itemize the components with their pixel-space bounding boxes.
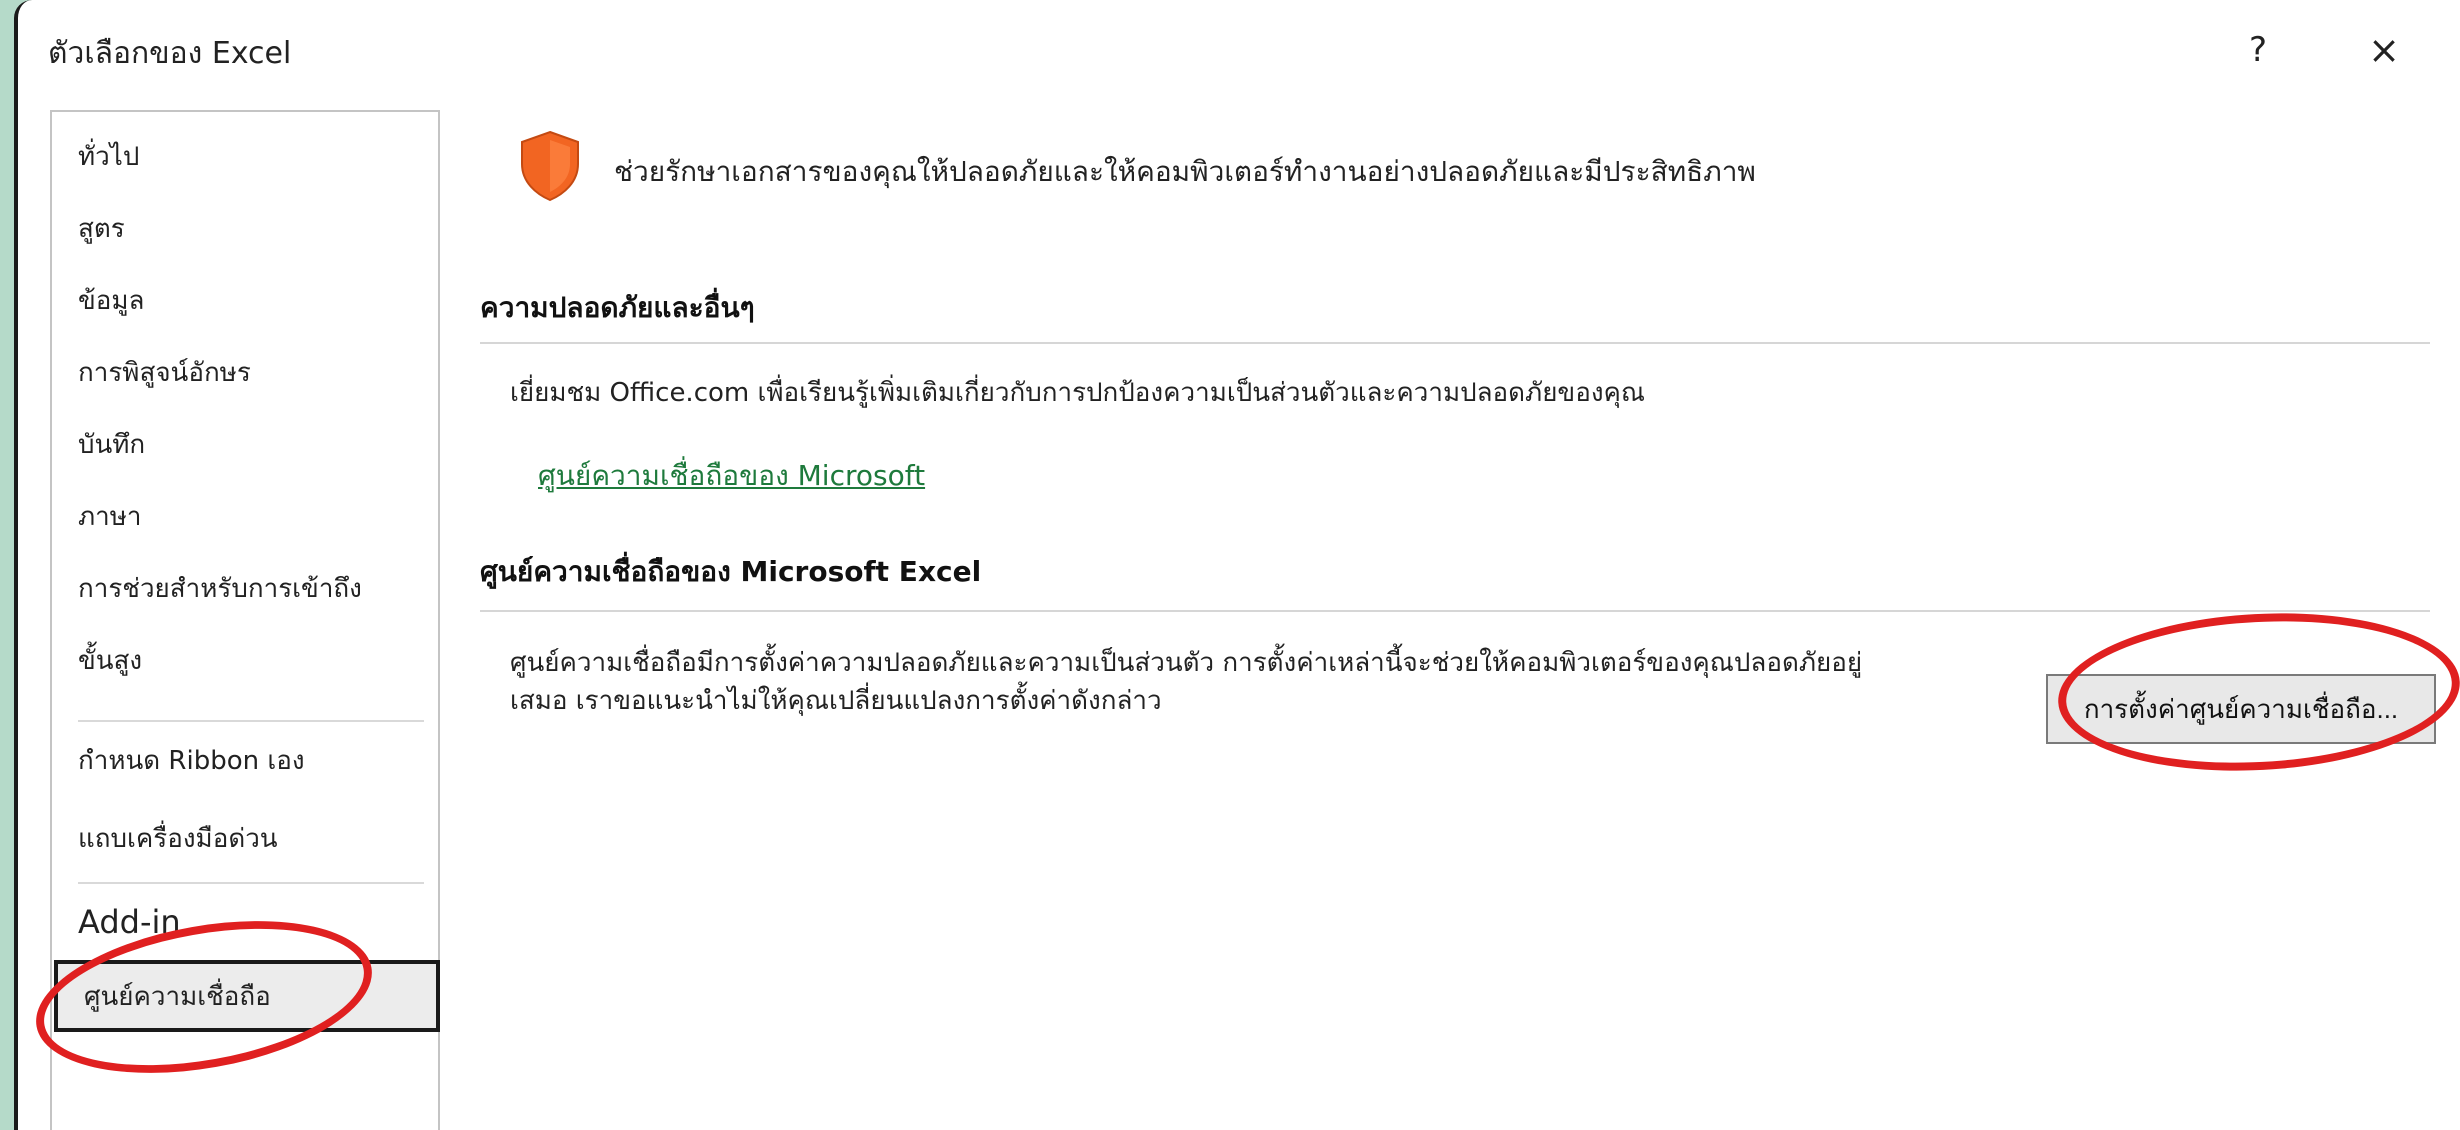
sidebar-item-quick-access-toolbar[interactable]: แถบเครื่องมือด่วน [52,802,438,874]
title-bar: ตัวเลือกของ Excel ? × [18,0,2460,104]
sidebar-divider [78,720,424,722]
banner-text: ช่วยรักษาเอกสารของคุณให้ปลอดภัยและให้คอม… [614,155,1756,188]
sidebar-item-save[interactable]: บันทึก [52,408,438,480]
sidebar-item-data[interactable]: ข้อมูล [52,264,438,336]
trust-center-description-line2: เสมอ เราขอแนะนำไม่ให้คุณเปลี่ยนแปลงการตั… [510,686,1162,716]
dialog-title: ตัวเลือกของ Excel [48,36,292,71]
main-content: ช่วยรักษาเอกสารของคุณให้ปลอดภัยและให้คอม… [480,110,2440,1130]
sidebar-item-proofing[interactable]: การพิสูจน์อักษร [52,336,438,408]
excel-options-dialog: ตัวเลือกของ Excel ? × ทั่วไป สูตร ข้อมูล… [14,0,2460,1130]
sidebar-item-add-ins[interactable]: Add-in [52,886,438,958]
security-description: เยี่ยมชม Office.com เพื่อเรียนรู้เพิ่มเต… [510,378,1646,408]
trust-center-settings-button[interactable]: การตั้งค่าศูนย์ความเชื่อถือ... [2046,674,2436,744]
sidebar-item-general[interactable]: ทั่วไป [52,120,438,192]
sidebar-item-language[interactable]: ภาษา [52,480,438,552]
sidebar-item-accessibility[interactable]: การช่วยสำหรับการเข้าถึง [52,552,438,624]
sidebar-item-customize-ribbon[interactable]: กำหนด Ribbon เอง [52,724,438,796]
sidebar-item-advanced[interactable]: ขั้นสูง [52,624,438,696]
microsoft-trust-center-link[interactable]: ศูนย์ความเชื่อถือของ Microsoft [538,454,925,498]
section-divider [480,342,2430,344]
sidebar-divider [78,882,424,884]
sidebar-item-trust-center[interactable]: ศูนย์ความเชื่อถือ [54,960,440,1032]
section-divider [480,610,2430,612]
sidebar-item-formulas[interactable]: สูตร [52,192,438,264]
background-strip [0,0,14,1130]
shield-icon [521,130,579,202]
close-button[interactable]: × [2356,22,2412,78]
security-heading: ความปลอดภัยและอื่นๆ [480,291,755,324]
trust-center-heading: ศูนย์ความเชื่อถือของ Microsoft Excel [480,555,982,588]
trust-center-description-line1: ศูนย์ความเชื่อถือมีการตั้งค่าความปลอดภัย… [510,648,1863,678]
help-button[interactable]: ? [2230,22,2286,78]
options-sidebar: ทั่วไป สูตร ข้อมูล การพิสูจน์อักษร บันทึ… [50,110,440,1130]
